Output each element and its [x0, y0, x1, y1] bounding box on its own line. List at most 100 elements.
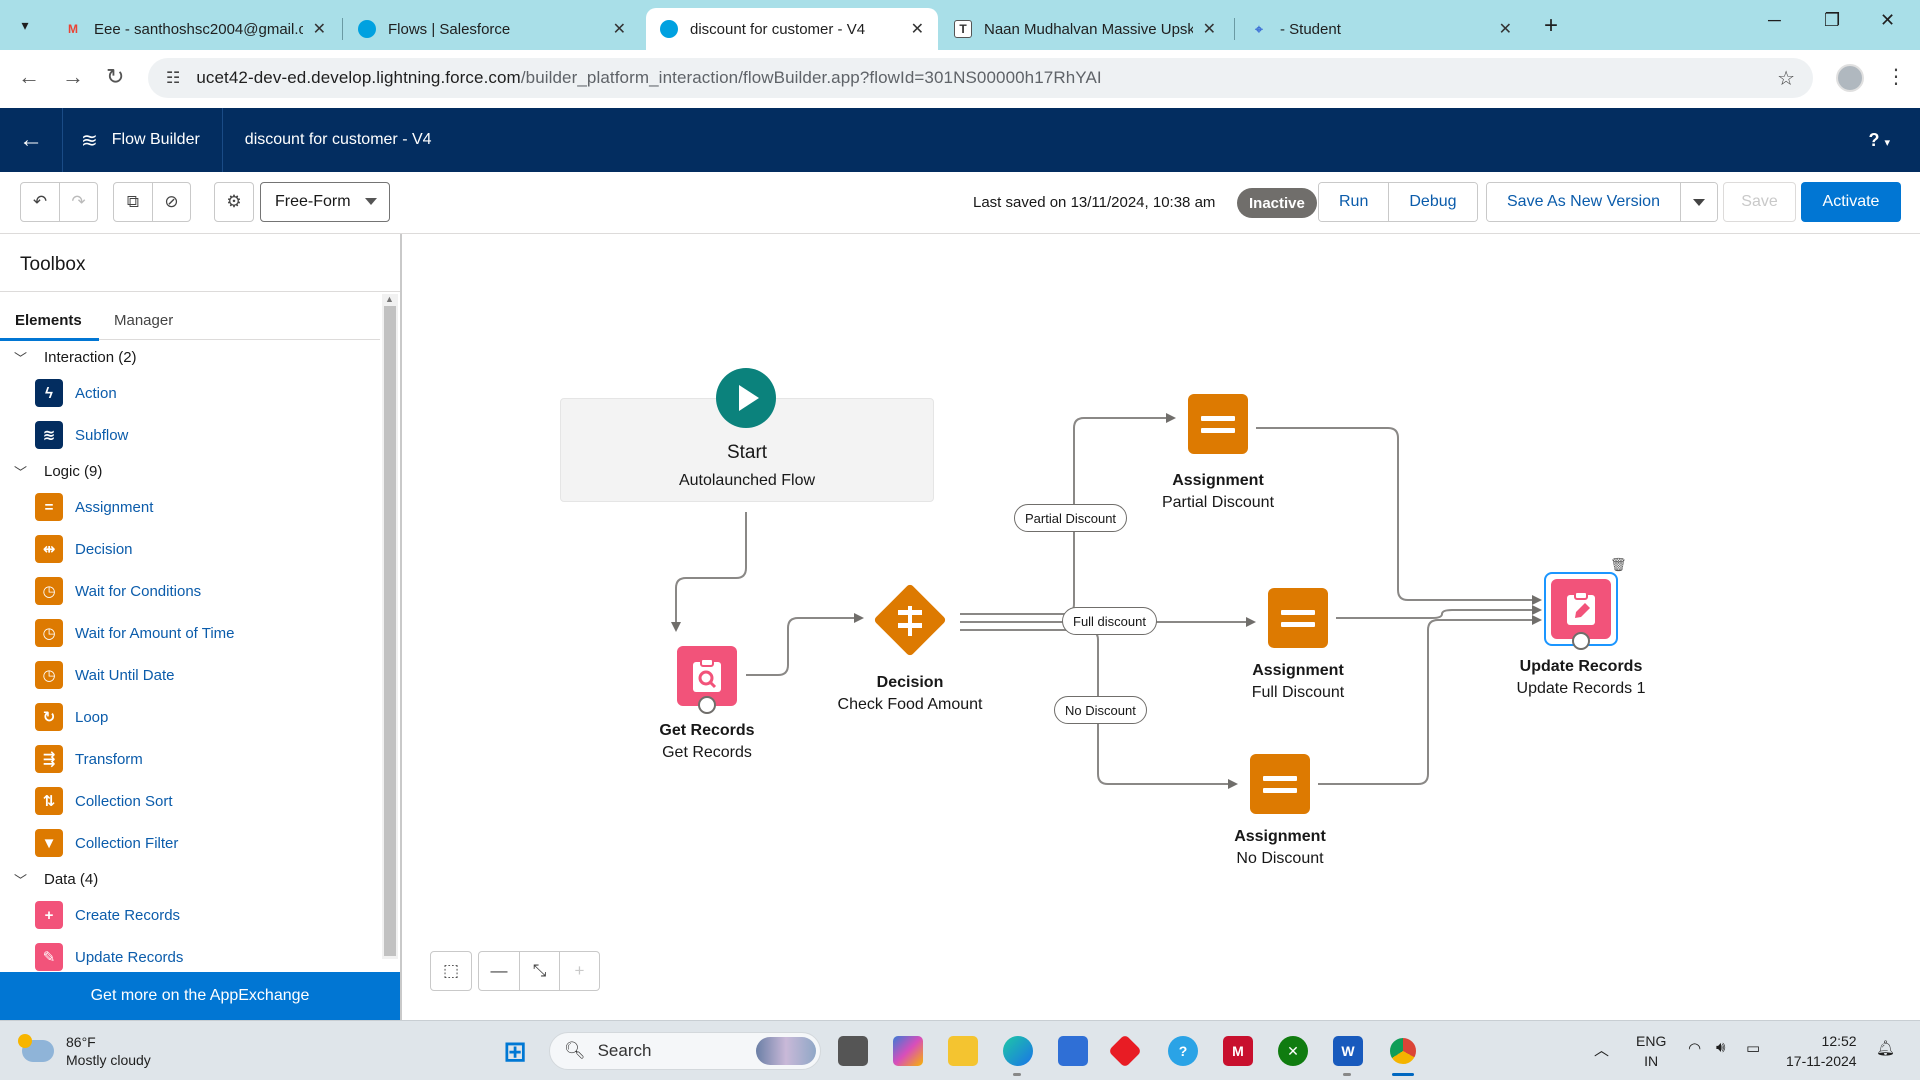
copy-icon[interactable]: ⧉ [114, 183, 152, 221]
browser-tab-gmail[interactable]: M Eee - santhoshsc2004@gmail.co ✕ [50, 8, 340, 50]
tab-search-chevron-icon[interactable]: ▾ [10, 10, 40, 40]
edge-icon[interactable] [1003, 1036, 1033, 1066]
element-collection-filter[interactable]: ▼ Collection Filter [0, 822, 380, 864]
file-explorer-icon[interactable] [948, 1036, 978, 1066]
site-info-icon[interactable]: ☷ [166, 68, 180, 88]
url-input[interactable]: ☷ ucet42-dev-ed.develop.lightning.force.… [148, 58, 1813, 98]
connector-full-to-update[interactable] [1336, 605, 1542, 619]
update-records-icon[interactable] [1551, 579, 1611, 639]
element-create-records[interactable]: + Create Records [0, 894, 380, 936]
back-icon[interactable]: ← [0, 126, 62, 154]
forward-arrow-icon[interactable]: → [62, 64, 84, 90]
minimize-icon[interactable]: ─ [1768, 10, 1781, 31]
canvas-mode-select[interactable]: Free-Form [260, 182, 390, 222]
bookmark-star-icon[interactable]: ☆ [1777, 66, 1795, 91]
group-interaction[interactable]: ﹀ Interaction (2) [0, 342, 380, 372]
close-icon[interactable]: ✕ [313, 19, 326, 39]
wifi-icon[interactable]: ◠ [1688, 1039, 1701, 1057]
tab-elements[interactable]: Elements [15, 312, 82, 329]
help-menu[interactable]: ? ▾ [1868, 130, 1890, 151]
new-tab-plus-icon[interactable]: + [1544, 12, 1558, 40]
browser-tab-student[interactable]: ⌖ - Student ✕ [1236, 8, 1526, 50]
connector-start-to-get-records[interactable] [671, 512, 747, 632]
close-icon[interactable]: ✕ [1203, 19, 1216, 39]
app-diamond-icon[interactable] [1108, 1034, 1142, 1068]
fit-to-view-icon[interactable]: ⤡ [519, 952, 559, 990]
notification-bell-icon[interactable]: 🔔︎ [1876, 1039, 1895, 1057]
element-decision[interactable]: ⇹ Decision [0, 528, 380, 570]
connector-none-to-update[interactable] [1318, 615, 1542, 785]
browser-tab-flows[interactable]: Flows | Salesforce ✕ [344, 8, 640, 50]
back-arrow-icon[interactable]: ← [18, 64, 40, 90]
debug-button[interactable]: Debug [1388, 183, 1477, 221]
help-app-icon[interactable]: ? [1168, 1036, 1198, 1066]
element-transform[interactable]: ⇶ Transform [0, 738, 380, 780]
decision-icon[interactable] [868, 578, 952, 662]
close-icon[interactable]: ✕ [613, 19, 626, 39]
undo-icon[interactable]: ↶ [21, 183, 59, 221]
group-data[interactable]: ﹀ Data (4) [0, 864, 380, 894]
close-icon[interactable]: ✕ [1499, 19, 1512, 39]
battery-icon[interactable]: ▭ [1746, 1039, 1760, 1057]
element-assignment[interactable]: = Assignment [0, 486, 380, 528]
element-wait-for-conditions[interactable]: ◷ Wait for Conditions [0, 570, 380, 612]
windows-start-icon[interactable]: ⊞ [500, 1036, 530, 1067]
window-close-icon[interactable]: ✕ [1880, 10, 1895, 31]
scroll-up-icon[interactable]: ▲ [385, 294, 394, 304]
assignment-full-icon[interactable] [1268, 588, 1328, 648]
language-indicator[interactable]: ENG IN [1636, 1031, 1666, 1071]
connector-get-records-to-decision[interactable] [746, 613, 864, 676]
appexchange-link[interactable]: Get more on the AppExchange [0, 972, 400, 1020]
profile-avatar[interactable] [1836, 64, 1864, 92]
save-as-new-version-button[interactable]: Save As New Version [1487, 183, 1680, 221]
browser-tab-naan-mudhalvan[interactable]: T Naan Mudhalvan Massive Upsk ✕ [940, 8, 1230, 50]
element-wait-until-date[interactable]: ◷ Wait Until Date [0, 654, 380, 696]
element-subflow[interactable]: ≋ Subflow [0, 414, 380, 456]
marquee-select-icon[interactable]: ⬚ [431, 952, 471, 990]
system-clock[interactable]: 12:52 17-11-2024 [1786, 1031, 1857, 1071]
close-icon[interactable]: ✕ [911, 19, 924, 39]
activate-button[interactable]: Activate [1801, 182, 1901, 222]
save-button[interactable]: Save [1723, 182, 1796, 222]
browser-tab-flow-builder[interactable]: discount for customer - V4 ✕ [646, 8, 938, 50]
element-collection-sort[interactable]: ⇅ Collection Sort [0, 780, 380, 822]
run-button[interactable]: Run [1319, 183, 1389, 221]
element-wait-for-amount-of-time[interactable]: ◷ Wait for Amount of Time [0, 612, 380, 654]
mcafee-icon[interactable]: M [1223, 1036, 1253, 1066]
volume-icon[interactable]: 🔊︎ [1716, 1039, 1725, 1056]
copilot-icon[interactable] [893, 1036, 923, 1066]
element-action[interactable]: ϟ Action [0, 372, 380, 414]
show-hidden-icons-chevron-icon[interactable]: ︿ [1594, 1039, 1609, 1060]
word-icon[interactable]: W [1333, 1036, 1363, 1066]
assignment-none-icon[interactable] [1250, 754, 1310, 814]
weather-widget[interactable]: 86°F Mostly cloudy [18, 1033, 151, 1069]
get-records-connector[interactable] [698, 696, 716, 714]
start-play-icon[interactable] [716, 368, 776, 428]
save-menu-button[interactable] [1679, 183, 1717, 221]
group-logic[interactable]: ﹀ Logic (9) [0, 456, 380, 486]
toolbox-scrollbar[interactable]: ▲ [382, 294, 398, 959]
store-icon[interactable] [1058, 1036, 1088, 1066]
assignment-partial-icon[interactable] [1188, 394, 1248, 454]
trash-icon[interactable]: 🗑 [1610, 557, 1627, 573]
browser-menu-icon[interactable]: ⋮ [1886, 64, 1906, 89]
outcome-label-none[interactable]: No Discount [1054, 696, 1147, 724]
zoom-in-icon[interactable]: + [559, 952, 599, 990]
tab-manager[interactable]: Manager [114, 312, 173, 329]
element-loop[interactable]: ↻ Loop [0, 696, 380, 738]
restore-icon[interactable]: ❐ [1824, 10, 1840, 31]
connector-partial-to-update[interactable] [1256, 427, 1542, 605]
update-records-connector[interactable] [1572, 632, 1590, 650]
xbox-icon[interactable]: ✕ [1278, 1036, 1308, 1066]
gear-icon[interactable]: ⚙ [215, 183, 253, 221]
redo-icon[interactable]: ↷ [59, 183, 97, 221]
scrollbar-thumb[interactable] [384, 306, 396, 956]
outcome-label-full[interactable]: Full discount [1062, 607, 1157, 635]
taskbar-search[interactable]: 🔍︎ Search [549, 1032, 821, 1070]
outcome-label-partial[interactable]: Partial Discount [1014, 504, 1128, 532]
flow-canvas[interactable]: Start Autolaunched Flow Get Records Get … [402, 234, 1920, 1020]
chrome-icon[interactable] [1388, 1036, 1418, 1066]
task-view-icon[interactable] [838, 1036, 868, 1066]
zoom-out-icon[interactable]: — [479, 952, 519, 990]
delete-icon[interactable]: ⊘ [152, 183, 190, 221]
